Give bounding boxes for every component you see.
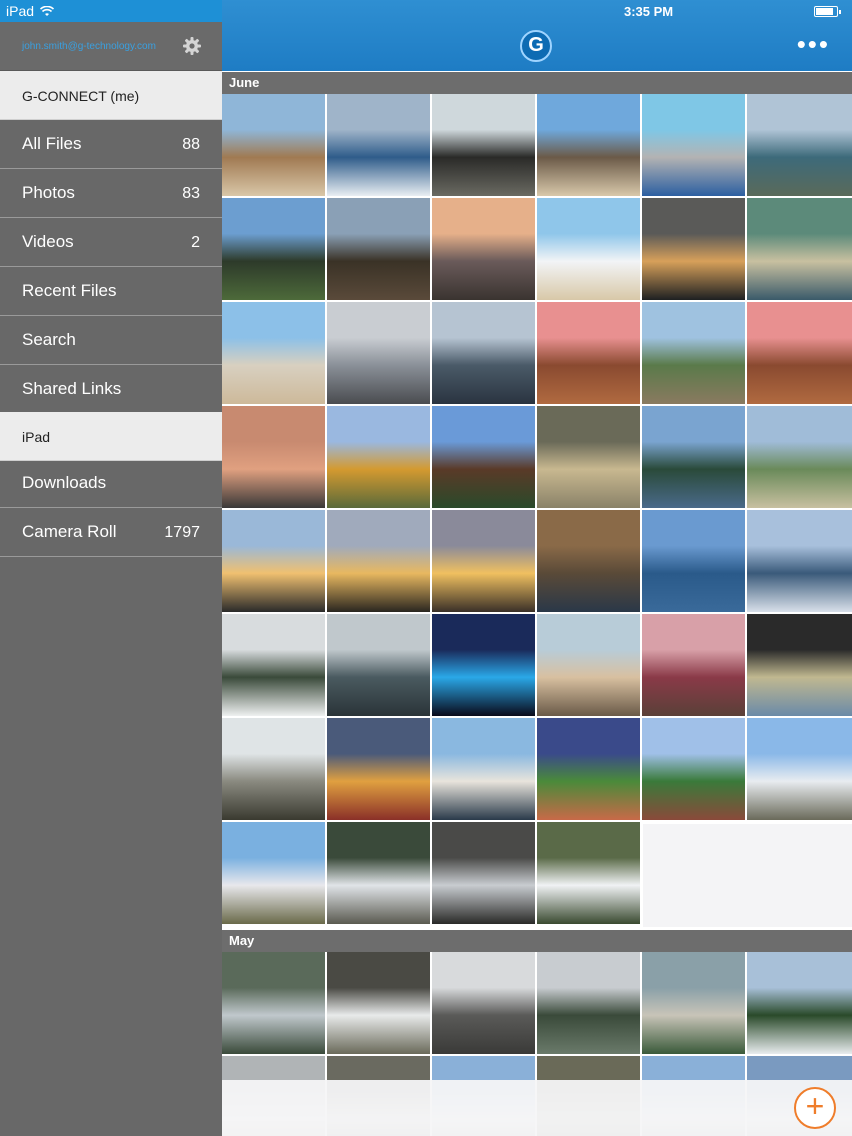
sidebar-item-all-files[interactable]: All Files 88 (0, 120, 222, 169)
photo-thumbnail[interactable] (327, 198, 430, 300)
sidebar-item-label: G-CONNECT (me) (22, 88, 140, 104)
add-button[interactable]: + (794, 1087, 836, 1129)
photo-thumbnail[interactable] (747, 510, 852, 612)
photo-thumbnail[interactable] (222, 198, 325, 300)
grid-empty-space (643, 824, 852, 927)
photo-thumbnail[interactable] (432, 952, 535, 1054)
photo-thumbnail[interactable] (537, 406, 640, 508)
photo-thumbnail[interactable] (747, 406, 852, 508)
photo-thumbnail[interactable] (222, 302, 325, 404)
photo-thumbnail[interactable] (537, 94, 640, 196)
photo-thumbnail[interactable] (432, 822, 535, 924)
photo-thumbnail[interactable] (642, 614, 745, 716)
photo-grid-june (222, 94, 852, 927)
sidebar-item-label: All Files (22, 134, 82, 153)
photo-thumbnail[interactable] (327, 94, 430, 196)
sidebar-item-shared-links[interactable]: Shared Links (0, 365, 222, 414)
sidebar-item-label: iPad (22, 429, 51, 445)
photo-thumbnail[interactable] (642, 510, 745, 612)
sidebar-item-count: 83 (182, 185, 200, 202)
battery-icon (814, 6, 841, 17)
sidebar-item-search[interactable]: Search (0, 316, 222, 365)
sidebar-item-g-connect-me[interactable]: G-CONNECT (me) (0, 71, 222, 120)
photo-thumbnail[interactable] (747, 718, 852, 820)
photo-thumbnail[interactable] (537, 198, 640, 300)
photo-thumbnail[interactable] (327, 510, 430, 612)
photo-thumbnail[interactable] (327, 822, 430, 924)
sidebar-item-label: Search (22, 330, 76, 349)
photo-thumbnail[interactable] (642, 952, 745, 1054)
photo-thumbnail[interactable] (432, 614, 535, 716)
photo-thumbnail[interactable] (747, 94, 852, 196)
gear-icon[interactable] (182, 36, 202, 56)
bottom-toolbar (222, 1080, 852, 1136)
sidebar-item-videos[interactable]: Videos 2 (0, 218, 222, 267)
photo-thumbnail[interactable] (222, 510, 325, 612)
photo-thumbnail[interactable] (747, 952, 852, 1054)
sidebar: iPad john.smith@g-technology.com G-CONNE… (0, 0, 222, 1136)
photo-thumbnail[interactable] (222, 406, 325, 508)
account-row[interactable]: john.smith@g-technology.com (0, 22, 222, 71)
photo-thumbnail[interactable] (222, 822, 325, 924)
sidebar-item-ipad[interactable]: iPad (0, 412, 222, 461)
photo-thumbnail[interactable] (222, 718, 325, 820)
photo-thumbnail[interactable] (642, 198, 745, 300)
sidebar-item-count: 2 (191, 234, 200, 251)
photo-thumbnail[interactable] (747, 302, 852, 404)
wifi-icon (40, 5, 55, 16)
photo-thumbnail[interactable] (222, 614, 325, 716)
sidebar-item-label: Camera Roll (22, 522, 117, 541)
photo-thumbnail[interactable] (642, 406, 745, 508)
photo-thumbnail[interactable] (327, 718, 430, 820)
device-label: iPad (6, 3, 35, 19)
photo-thumbnail[interactable] (432, 198, 535, 300)
photo-thumbnail[interactable] (327, 406, 430, 508)
sidebar-item-label: Shared Links (22, 379, 122, 398)
photo-thumbnail[interactable] (642, 94, 745, 196)
more-dots-icon[interactable]: ••• (797, 31, 830, 57)
photo-thumbnail[interactable] (537, 510, 640, 612)
photo-thumbnail[interactable] (327, 952, 430, 1054)
section-header-may: May (222, 930, 852, 952)
status-time: 3:35 PM (624, 4, 674, 19)
photo-thumbnail[interactable] (537, 822, 640, 924)
photo-thumbnail[interactable] (432, 94, 535, 196)
sidebar-item-label: Photos (22, 183, 75, 202)
photo-thumbnail[interactable] (222, 94, 325, 196)
photo-thumbnail[interactable] (432, 406, 535, 508)
sidebar-item-label: Downloads (22, 473, 107, 492)
sidebar-item-label: Recent Files (22, 281, 117, 300)
sidebar-item-camera-roll[interactable]: Camera Roll 1797 (0, 508, 222, 557)
photo-thumbnail[interactable] (537, 302, 640, 404)
photo-thumbnail[interactable] (327, 302, 430, 404)
status-bar-left: iPad (0, 0, 222, 22)
photo-thumbnail[interactable] (222, 952, 325, 1054)
sidebar-item-count: 88 (182, 136, 200, 153)
photo-thumbnail[interactable] (747, 198, 852, 300)
photo-thumbnail[interactable] (537, 718, 640, 820)
g-technology-logo[interactable]: G (520, 30, 552, 62)
sidebar-item-downloads[interactable]: Downloads (0, 459, 222, 508)
sidebar-item-photos[interactable]: Photos 83 (0, 169, 222, 218)
sidebar-item-label: Videos (22, 232, 74, 251)
photo-thumbnail[interactable] (642, 302, 745, 404)
section-header-june: June (222, 72, 852, 94)
photo-thumbnail[interactable] (747, 614, 852, 716)
photo-thumbnail[interactable] (537, 952, 640, 1054)
photo-thumbnail[interactable] (537, 614, 640, 716)
sidebar-item-recent-files[interactable]: Recent Files (0, 267, 222, 316)
photo-thumbnail[interactable] (432, 510, 535, 612)
top-navigation-bar: 3:35 PM G ••• (222, 0, 852, 71)
photo-thumbnail[interactable] (432, 302, 535, 404)
sidebar-item-count: 1797 (164, 524, 200, 541)
photo-thumbnail[interactable] (432, 718, 535, 820)
account-email[interactable]: john.smith@g-technology.com (22, 41, 156, 52)
photo-thumbnail[interactable] (327, 614, 430, 716)
photo-thumbnail[interactable] (642, 718, 745, 820)
